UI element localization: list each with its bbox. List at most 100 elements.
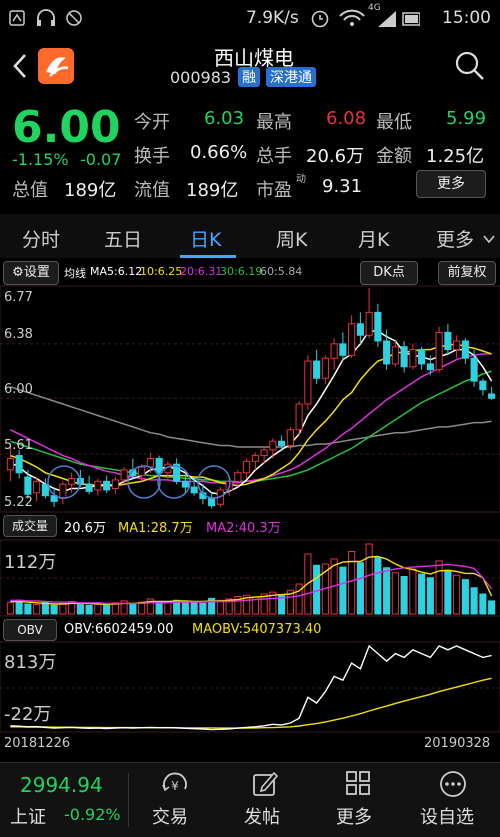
obv-tick-top: 813万 [4, 652, 57, 673]
tab-daily-k[interactable]: 日K [190, 225, 221, 252]
tab-monthly-k[interactable]: 月K [358, 225, 389, 252]
candle-body [15, 455, 23, 474]
tab-more[interactable]: 更多 [436, 225, 474, 252]
open-label: 今开 [134, 112, 170, 133]
candle-body [234, 472, 242, 482]
network-type: 4G [368, 3, 381, 13]
block-icon [66, 10, 82, 26]
chevron-down-icon [483, 235, 495, 244]
volume-value: 20.6万 [306, 146, 365, 167]
tab-five-day[interactable]: 五日 [104, 225, 142, 252]
pe-label: 市盈 [256, 180, 292, 201]
volume-bar [383, 567, 391, 615]
candle [103, 475, 111, 493]
volume-bar [400, 576, 408, 615]
candle-body [339, 343, 347, 356]
volume-bar [76, 604, 84, 615]
candle-body [453, 340, 461, 351]
candle [94, 478, 102, 496]
wifi-icon [339, 9, 365, 26]
clock: 15:00 [442, 8, 491, 28]
nav-trade-button[interactable]: ¥ 交易 [140, 763, 210, 837]
tab-weekly-k[interactable]: 周K [276, 225, 307, 252]
low-value: 5.99 [446, 108, 487, 129]
candle-body [41, 483, 49, 497]
volume-ma1: MA1:28.7万 [118, 521, 193, 536]
volume-bar [103, 604, 111, 615]
volume-bar [356, 562, 364, 615]
candle-body [59, 483, 67, 500]
volume-current: 20.6万 [64, 521, 106, 536]
turnover-label: 换手 [134, 146, 170, 167]
volume-bar [391, 572, 399, 615]
candle-body [418, 349, 426, 365]
tab-intraday[interactable]: 分时 [22, 225, 60, 252]
candle [269, 438, 277, 459]
grid-icon [346, 771, 370, 795]
volume-indicator-button[interactable]: 成交量 [3, 515, 57, 537]
volume-tick: 112万 [4, 552, 57, 573]
candle [313, 349, 321, 384]
candle-body [260, 449, 268, 457]
stock-code: 000983 [170, 68, 232, 87]
status-bar: 7.9K/s 4G 15:00 [0, 0, 500, 36]
kline-svg[interactable] [0, 258, 500, 762]
index-ticker[interactable]: 2994.94 上证 -0.92% [0, 763, 128, 837]
candle [435, 326, 443, 373]
candle-body [190, 486, 198, 494]
candle-body [461, 340, 469, 359]
obv-indicator-button[interactable]: OBV [3, 619, 57, 641]
candle [453, 335, 461, 359]
index-change: -0.92% [64, 805, 121, 824]
volume-bar [181, 601, 189, 615]
candle-body [304, 360, 312, 405]
status-right-icons [311, 9, 420, 28]
battery-icon [402, 12, 420, 26]
obv-tick-bottom: -22万 [4, 704, 52, 725]
volume-bar [190, 601, 198, 615]
candle [243, 458, 251, 479]
nav-add-watchlist-button[interactable]: 设自选 [412, 763, 492, 837]
candle-body [103, 480, 111, 491]
obv-line [10, 644, 492, 731]
candle [173, 458, 181, 485]
more-quote-button[interactable]: 更多 [416, 170, 486, 198]
quote-panel: 6.00 -1.15% -0.07 今开 6.03 最高 6.08 最低 5.9… [0, 98, 500, 210]
search-icon[interactable] [454, 50, 486, 82]
nav-more-button[interactable]: 更多 [322, 763, 392, 837]
candle-body [181, 480, 189, 488]
candle-body [348, 323, 356, 356]
candle [339, 332, 347, 362]
volume-ma2: MA2:40.3万 [206, 521, 281, 536]
candle-body [479, 380, 487, 391]
yen-icon: ¥ [162, 772, 187, 793]
candle [365, 288, 373, 339]
volume-bar [453, 574, 461, 615]
candle-body [470, 357, 478, 382]
back-icon[interactable] [10, 52, 30, 80]
obv-current: OBV:6602459.00 [64, 622, 174, 637]
candle-body [295, 403, 303, 431]
kline-chart-area: ⚙设置 均线 MA5:6.12 10:6.25 20:6.31 30:6.19 … [0, 258, 500, 762]
volume-bar [94, 603, 102, 615]
candle-body [435, 331, 443, 371]
candle-body [269, 440, 277, 451]
volume-bar [59, 602, 67, 615]
nav-label: 发帖 [244, 807, 280, 828]
pe-superscript: 动 [296, 174, 306, 185]
candle-body [6, 457, 14, 471]
float-cap-value: 189亿 [186, 180, 239, 201]
price-tick: 6.38 [4, 327, 33, 342]
candle [50, 487, 58, 508]
candle [488, 386, 496, 400]
change-pct: -1.15% [12, 150, 69, 169]
candle-body [24, 476, 32, 495]
volume-bar [444, 569, 452, 615]
ma20-line [10, 353, 492, 484]
volume-bar [426, 577, 434, 615]
price-tick: 5.61 [4, 438, 33, 453]
candle-body [383, 340, 391, 365]
nav-post-button[interactable]: 发帖 [230, 763, 300, 837]
candle-body [286, 429, 294, 447]
svg-text:¥: ¥ [171, 779, 179, 793]
